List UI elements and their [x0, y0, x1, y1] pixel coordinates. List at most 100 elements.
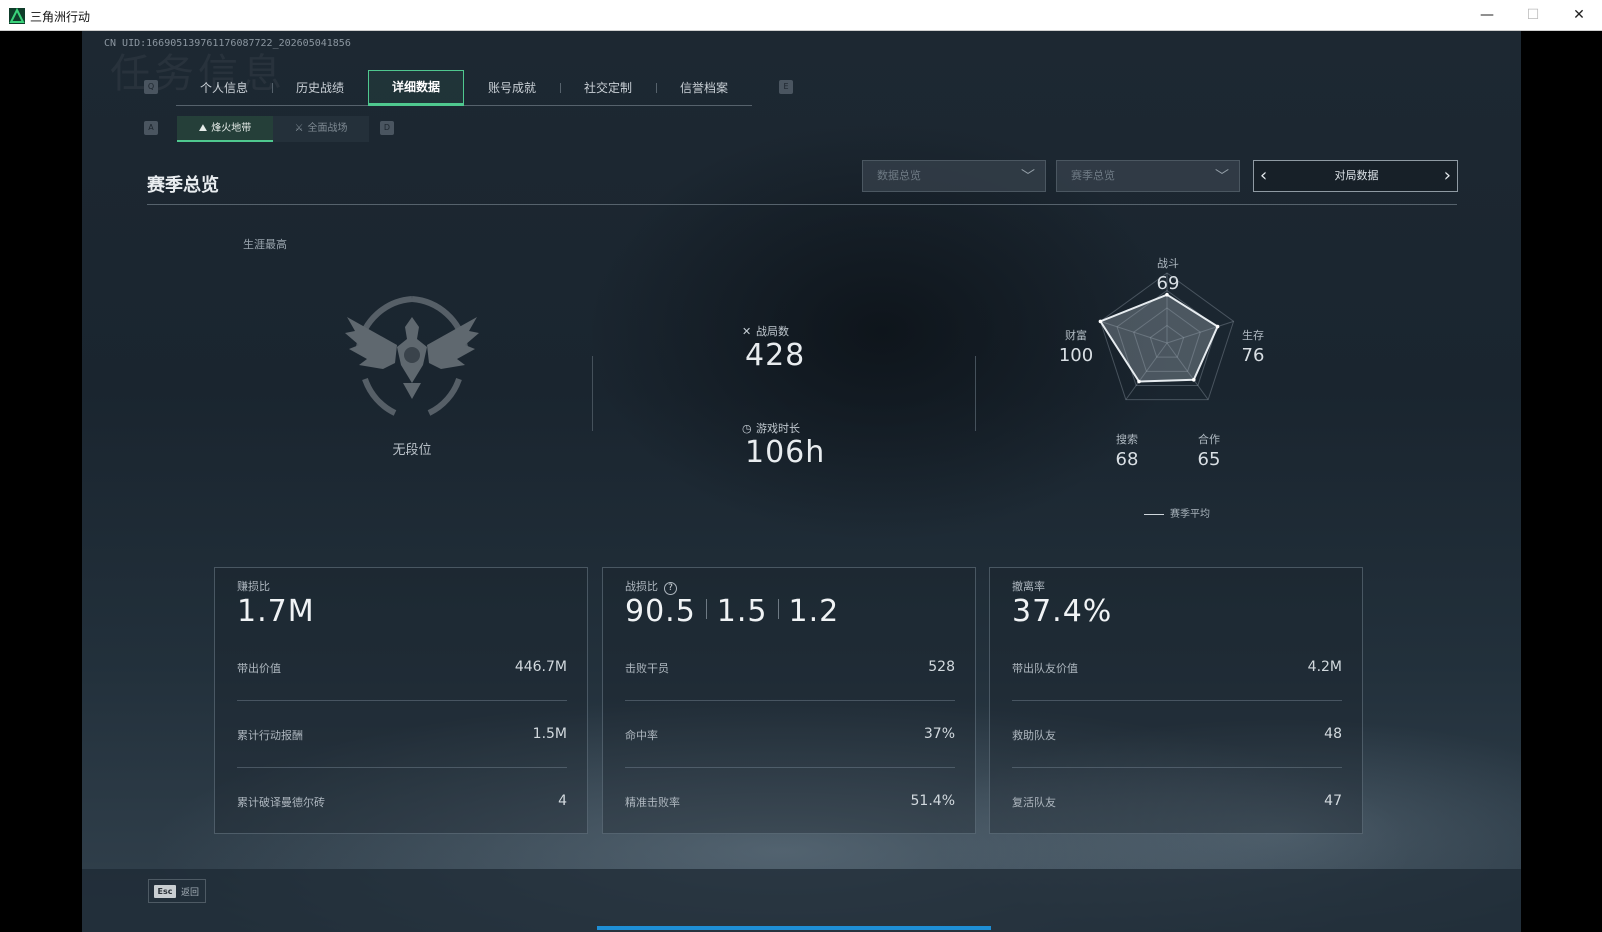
- tab-next-key-hint: E: [779, 80, 793, 94]
- crossed-swords-icon: ✕: [742, 325, 752, 338]
- tab-social-custom[interactable]: 社交定制: [560, 70, 656, 106]
- value-separator: [705, 599, 707, 619]
- radar-value-wealth: 100: [1058, 345, 1094, 366]
- card-row: 精准击败率 51.4%: [625, 793, 955, 810]
- card-label: 赚损比: [237, 580, 270, 593]
- value-separator: [777, 599, 779, 619]
- radar-legend: 赛季平均: [1144, 505, 1210, 520]
- pager-label: 对局数据: [1334, 169, 1379, 182]
- row-value: 4: [558, 793, 567, 809]
- radar-label-wealth: 财富: [1065, 329, 1087, 342]
- profit-card: 赚损比 1.7M 带出价值 446.7M 累计行动报酬 1.5M 累计破译曼德尔砖 4: [214, 567, 588, 834]
- extraction-card: 撤离率 37.4% 带出队友价值 4.2M 救助队友 48 复活队友 47: [989, 567, 1363, 834]
- card-row: 带出价值 446.7M: [237, 659, 567, 676]
- legend-line-icon: [1144, 513, 1164, 515]
- subtab-prev-key-hint: A: [144, 121, 158, 135]
- game-viewport: 任务信息 CN UID:1669051397611760877​22_20260…: [0, 31, 1602, 932]
- card-row: 带出队友价值 4.2M: [1012, 659, 1342, 676]
- row-label: 累计破译曼德尔砖: [237, 796, 325, 809]
- window-titlebar: 三角洲行动 — ☐ ✕: [0, 0, 1602, 31]
- mode-subtabs: ⛰ 烽火地带 ⚔ 全面战场: [177, 116, 369, 142]
- close-button[interactable]: ✕: [1556, 0, 1602, 31]
- data-type-dropdown[interactable]: 数据总览 ﹀: [862, 160, 1046, 192]
- chevron-right-icon[interactable]: ›: [1444, 163, 1451, 189]
- battlefield-icon: ⚔: [294, 123, 304, 134]
- tab-achievements[interactable]: 账号成就: [464, 70, 560, 106]
- row-value: 51.4%: [910, 793, 955, 809]
- playtime-label-row: ◷ 游戏时长: [742, 420, 800, 436]
- playtime-label: 游戏时长: [756, 422, 800, 435]
- kd-value-1: 90.5: [625, 594, 696, 629]
- subtab-battlefield[interactable]: ⚔ 全面战场: [273, 116, 369, 142]
- game-screen: 任务信息 CN UID:1669051397611760877​22_20260…: [82, 31, 1521, 932]
- card-row: 累计破译曼德尔砖 4: [237, 793, 567, 810]
- radar-point: [1191, 378, 1196, 382]
- chevron-down-icon: ﹀: [1021, 169, 1035, 185]
- row-divider: [1012, 700, 1342, 701]
- subtab-firezone-label: 烽火地带: [211, 123, 252, 134]
- back-button[interactable]: Esc 返回: [148, 879, 206, 903]
- card-label: 战损比: [625, 580, 658, 593]
- card-row: 复活队友 47: [1012, 793, 1342, 810]
- matches-label: 战局数: [756, 325, 789, 338]
- radar-value-search: 68: [1115, 449, 1139, 470]
- firezone-icon: ⛰: [198, 123, 208, 134]
- card-row: 击败干员 528: [625, 659, 955, 676]
- overview-divider: [592, 356, 593, 431]
- radar-legend-label: 赛季平均: [1170, 509, 1210, 520]
- card-big-value: 1.7M: [237, 594, 315, 629]
- card-big-value: 37.4%: [1012, 594, 1113, 629]
- footer-bar: Esc 返回: [82, 869, 1521, 932]
- matches-label-row: ✕ 战局数: [742, 323, 789, 339]
- tab-prev-key-hint: Q: [144, 80, 158, 94]
- section-divider: [147, 204, 1457, 205]
- row-label: 累计行动报酬: [237, 729, 303, 742]
- season-dropdown-value: 赛季总览: [1071, 169, 1115, 182]
- maximize-button[interactable]: ☐: [1510, 0, 1556, 31]
- radar-value-survival: 76: [1241, 345, 1265, 366]
- row-divider: [237, 700, 567, 701]
- radar-label-search: 搜索: [1116, 433, 1138, 446]
- data-type-dropdown-value: 数据总览: [877, 169, 921, 182]
- subtab-firezone[interactable]: ⛰ 烽火地带: [177, 116, 273, 142]
- card-big-values: 90.5 1.5 1.2: [625, 594, 839, 629]
- radar-label-cooperation: 合作: [1198, 433, 1220, 446]
- tab-detailed-data[interactable]: 详细数据: [368, 70, 464, 106]
- row-label: 带出队友价值: [1012, 662, 1078, 675]
- row-value: 37%: [923, 726, 955, 742]
- row-value: 4.2M: [1307, 659, 1342, 675]
- app-logo-icon: [9, 8, 25, 24]
- kd-card: 战损比? 90.5 1.5 1.2 击败干员 528 命中率 37% 精准击败率 51.4…: [602, 567, 976, 834]
- row-divider: [625, 767, 955, 768]
- back-label: 返回: [181, 888, 200, 898]
- card-label: 撤离率: [1012, 580, 1045, 593]
- window-title: 三角洲行动: [30, 10, 91, 24]
- radar-point: [1215, 324, 1220, 329]
- radar-point: [1098, 319, 1103, 324]
- overview-divider: [975, 356, 976, 431]
- card-row: 累计行动报酬 1.5M: [237, 726, 567, 743]
- subtab-battlefield-label: 全面战场: [307, 123, 348, 134]
- tab-match-history[interactable]: 历史战绩: [272, 70, 368, 106]
- row-divider: [237, 767, 567, 768]
- row-label: 击败干员: [625, 662, 669, 675]
- season-dropdown[interactable]: 赛季总览 ﹀: [1056, 160, 1240, 192]
- radar-label-survival: 生存: [1242, 329, 1264, 342]
- tab-credit-record[interactable]: 信誉档案: [656, 70, 752, 106]
- rank-label: 无段位: [392, 443, 432, 458]
- subtab-next-key-hint: D: [380, 121, 394, 135]
- esc-key-hint: Esc: [154, 885, 176, 898]
- rank-emblem-icon: [345, 296, 479, 416]
- main-tabs: 个人信息 历史战绩 详细数据 账号成就 社交定制 信誉档案: [176, 70, 752, 106]
- row-value: 528: [928, 659, 955, 675]
- tab-personal-info[interactable]: 个人信息: [176, 70, 272, 106]
- row-value: 1.5M: [532, 726, 567, 742]
- row-value: 47: [1324, 793, 1342, 809]
- career-best-label: 生涯最高: [243, 238, 287, 251]
- kd-value-2: 1.5: [716, 594, 768, 629]
- minimize-button[interactable]: —: [1464, 0, 1510, 31]
- loading-progress-bar: [597, 926, 991, 930]
- radar-value-cooperation: 65: [1197, 449, 1221, 470]
- kd-value-3: 1.2: [788, 594, 840, 629]
- match-data-pager: ‹ 对局数据 ›: [1253, 160, 1458, 192]
